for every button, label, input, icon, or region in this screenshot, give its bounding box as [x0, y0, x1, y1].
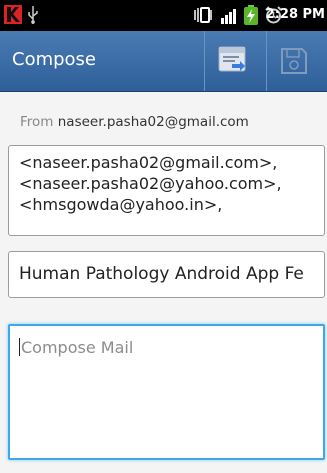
signal-icon: [221, 8, 237, 28]
app-notification-icon: [4, 5, 22, 28]
usb-icon: [27, 6, 39, 28]
save-draft-button[interactable]: [266, 31, 321, 91]
compose-body-field[interactable]: Compose Mail: [8, 324, 325, 460]
recipient-line: <naseer.pasha02@gmail.com>,: [19, 153, 278, 172]
recipient-line: <hmsgowda@yahoo.in>,: [19, 195, 223, 214]
compose-placeholder-text: Compose Mail: [21, 338, 134, 357]
from-label: From: [20, 114, 54, 130]
to-field[interactable]: <naseer.pasha02@gmail.com>, <naseer.pash…: [8, 145, 325, 236]
status-bar: 2:28 PM: [0, 0, 327, 31]
text-caret: [19, 338, 20, 356]
battery-icon: [243, 5, 259, 29]
from-row: From naseer.pasha02@gmail.com: [20, 114, 249, 130]
from-address: naseer.pasha02@gmail.com: [57, 114, 249, 130]
compose-placeholder: Compose Mail: [19, 338, 314, 357]
subject-text: Human Pathology Android App Fe: [19, 264, 304, 284]
send-button[interactable]: [204, 31, 259, 91]
page-title: Compose: [12, 49, 97, 70]
action-bar: Compose: [0, 31, 327, 92]
vibrate-icon: [193, 6, 213, 28]
status-time: 2:28 PM: [265, 7, 325, 22]
subject-field[interactable]: Human Pathology Android App Fe: [8, 251, 325, 298]
recipient-line: <naseer.pasha02@yahoo.com>,: [19, 174, 282, 193]
